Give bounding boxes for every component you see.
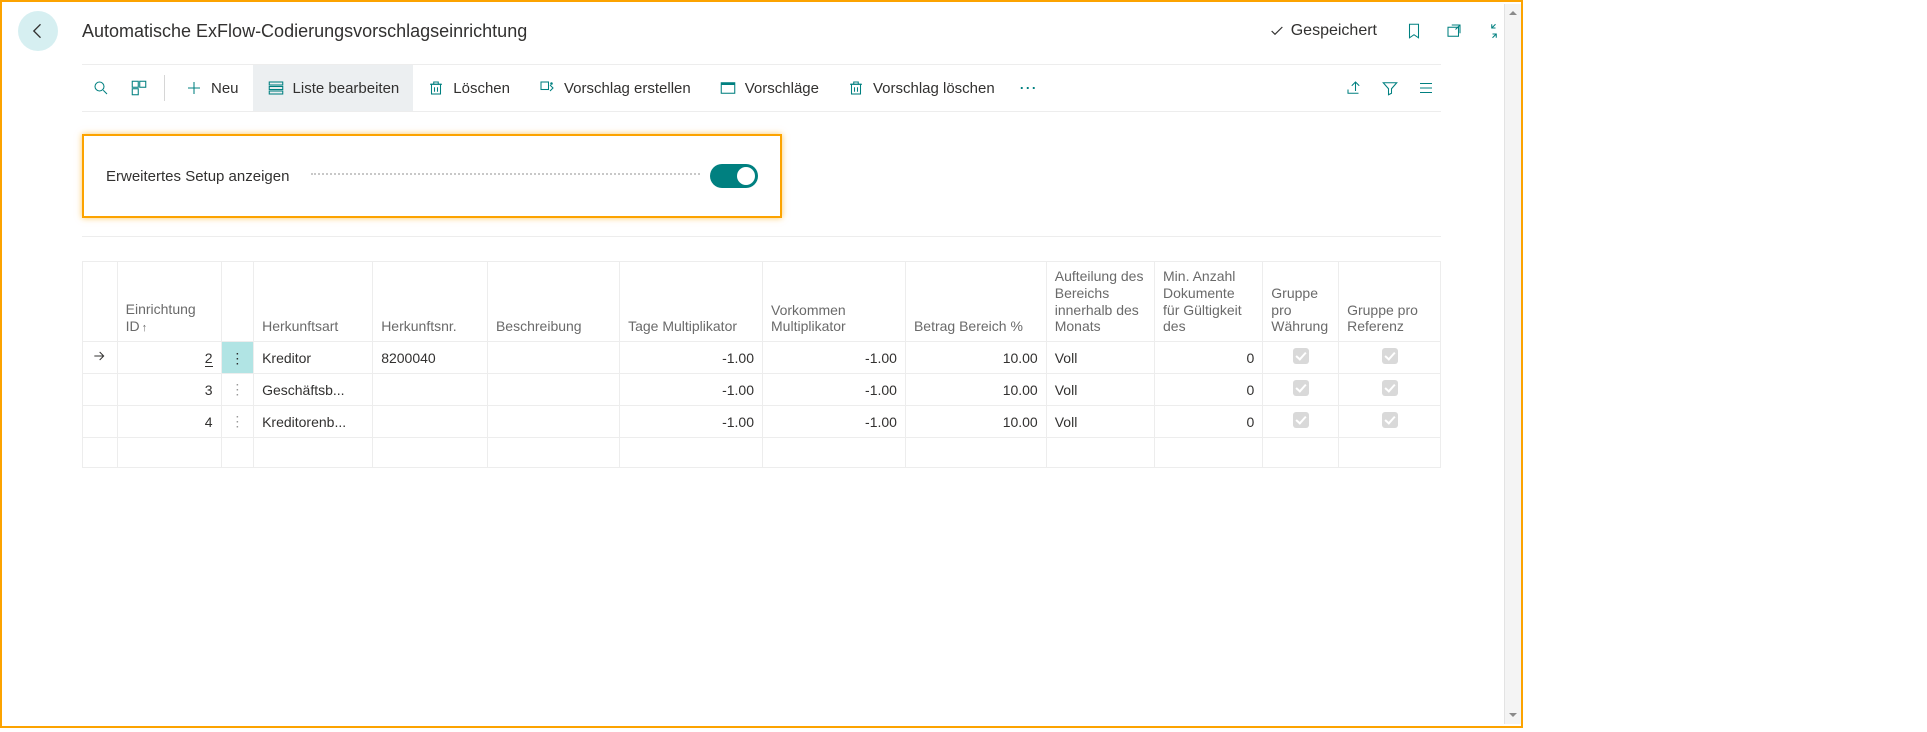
cell-group-currency[interactable] xyxy=(1263,342,1339,374)
table-row[interactable]: 3 ⋮ Geschäftsb... -1.00 -1.00 10.00 Voll… xyxy=(83,374,1441,406)
row-actions-button[interactable]: ⋮ xyxy=(221,342,253,374)
cell-source-no[interactable]: 8200040 xyxy=(373,342,488,374)
cell-min-docs[interactable]: 0 xyxy=(1155,406,1263,438)
cell-amount-pct[interactable]: 10.00 xyxy=(905,374,1046,406)
cell-description[interactable] xyxy=(487,406,619,438)
edit-list-button[interactable]: Liste bearbeiten xyxy=(253,65,414,111)
cell-source-type[interactable]: Kreditor xyxy=(254,342,373,374)
dotted-leader xyxy=(311,173,700,175)
col-header-source-type[interactable]: Herkunftsart xyxy=(254,262,373,342)
table-row[interactable]: 2 ⋮ Kreditor 8200040 -1.00 -1.00 10.00 V… xyxy=(83,342,1441,374)
grid-header-row: Einrichtung ID↑ Herkunftsart Herkunftsnr… xyxy=(83,262,1441,342)
scroll-down-icon[interactable] xyxy=(1508,710,1518,720)
delete-proposal-button[interactable]: Vorschlag löschen xyxy=(833,65,1009,111)
saved-status-label: Gespeichert xyxy=(1291,22,1377,40)
col-header-source-no[interactable]: Herkunftsnr. xyxy=(373,262,488,342)
setup-grid: Einrichtung ID↑ Herkunftsart Herkunftsnr… xyxy=(82,261,1441,468)
cell-id[interactable]: 2 xyxy=(117,342,221,374)
new-button-label: Neu xyxy=(211,80,239,97)
cell-source-type[interactable]: Geschäftsb... xyxy=(254,374,373,406)
row-actions-button[interactable]: ⋮ xyxy=(221,406,253,438)
cell-occ-mult[interactable]: -1.00 xyxy=(763,374,906,406)
cell-days-mult[interactable]: -1.00 xyxy=(620,406,763,438)
cell-group-reference[interactable] xyxy=(1339,406,1441,438)
cell-id[interactable]: 4 xyxy=(117,406,221,438)
row-selector[interactable] xyxy=(83,406,118,438)
scroll-up-icon[interactable] xyxy=(1508,8,1518,18)
saved-status: Gespeichert xyxy=(1269,22,1377,40)
cell-min-docs[interactable]: 0 xyxy=(1155,374,1263,406)
row-selector[interactable] xyxy=(83,374,118,406)
delete-proposal-button-label: Vorschlag löschen xyxy=(873,80,995,97)
cell-occ-mult[interactable]: -1.00 xyxy=(763,342,906,374)
col-header-description[interactable]: Beschreibung xyxy=(487,262,619,342)
col-header-group-currency[interactable]: Gruppe pro Währung xyxy=(1263,262,1339,342)
bookmark-icon[interactable] xyxy=(1405,22,1423,40)
proposals-button[interactable]: Vorschläge xyxy=(705,65,833,111)
back-button[interactable] xyxy=(18,11,58,51)
cell-group-reference[interactable] xyxy=(1339,374,1441,406)
cell-id[interactable]: 3 xyxy=(117,374,221,406)
share-icon[interactable] xyxy=(1345,79,1363,97)
col-header-occ-mult[interactable]: Vorkommen Multiplikator xyxy=(763,262,906,342)
create-proposal-button-label: Vorschlag erstellen xyxy=(564,80,691,97)
cell-days-mult[interactable]: -1.00 xyxy=(620,374,763,406)
row-actions-button[interactable]: ⋮ xyxy=(221,374,253,406)
search-button[interactable] xyxy=(82,65,120,111)
cell-amount-pct[interactable]: 10.00 xyxy=(905,342,1046,374)
cell-description[interactable] xyxy=(487,342,619,374)
layout-button[interactable] xyxy=(120,65,158,111)
advanced-setup-panel: Erweitertes Setup anzeigen xyxy=(82,134,782,218)
proposals-button-label: Vorschläge xyxy=(745,80,819,97)
table-row-empty[interactable] xyxy=(83,438,1441,468)
collapse-icon[interactable] xyxy=(1485,22,1503,40)
filter-icon[interactable] xyxy=(1381,79,1399,97)
cell-source-no[interactable] xyxy=(373,374,488,406)
cell-division-month[interactable]: Voll xyxy=(1046,406,1154,438)
page-title: Automatische ExFlow-Codierungsvorschlags… xyxy=(82,21,527,42)
cell-occ-mult[interactable]: -1.00 xyxy=(763,406,906,438)
col-header-group-reference[interactable]: Gruppe pro Referenz xyxy=(1339,262,1441,342)
advanced-setup-label: Erweitertes Setup anzeigen xyxy=(106,168,289,185)
col-header-amount-pct[interactable]: Betrag Bereich % xyxy=(905,262,1046,342)
vertical-scrollbar[interactable] xyxy=(1504,4,1521,724)
edit-list-button-label: Liste bearbeiten xyxy=(293,80,400,97)
cell-days-mult[interactable]: -1.00 xyxy=(620,342,763,374)
toolbar: Neu Liste bearbeiten Löschen Vorschlag e… xyxy=(82,64,1441,112)
create-proposal-button[interactable]: Vorschlag erstellen xyxy=(524,65,705,111)
advanced-setup-toggle[interactable] xyxy=(710,164,758,188)
cell-division-month[interactable]: Voll xyxy=(1046,374,1154,406)
cell-group-currency[interactable] xyxy=(1263,374,1339,406)
cell-amount-pct[interactable]: 10.00 xyxy=(905,406,1046,438)
cell-min-docs[interactable]: 0 xyxy=(1155,342,1263,374)
cell-source-type[interactable]: Kreditorenb... xyxy=(254,406,373,438)
col-header-min-docs[interactable]: Min. Anzahl Dokumente für Gültigkeit des xyxy=(1155,262,1263,342)
table-row[interactable]: 4 ⋮ Kreditorenb... -1.00 -1.00 10.00 Vol… xyxy=(83,406,1441,438)
new-window-icon[interactable] xyxy=(1445,22,1463,40)
new-button[interactable]: Neu xyxy=(171,65,253,111)
cell-group-currency[interactable] xyxy=(1263,406,1339,438)
more-actions-button[interactable]: ⋯ xyxy=(1009,65,1049,111)
cell-source-no[interactable] xyxy=(373,406,488,438)
cell-division-month[interactable]: Voll xyxy=(1046,342,1154,374)
row-selector[interactable] xyxy=(83,342,118,374)
delete-button[interactable]: Löschen xyxy=(413,65,524,111)
cell-group-reference[interactable] xyxy=(1339,342,1441,374)
col-header-id[interactable]: Einrichtung ID↑ xyxy=(117,262,221,342)
cell-description[interactable] xyxy=(487,374,619,406)
delete-button-label: Löschen xyxy=(453,80,510,97)
col-header-division-month[interactable]: Aufteilung des Bereichs innerhalb des Mo… xyxy=(1046,262,1154,342)
col-header-days-mult[interactable]: Tage Multiplikator xyxy=(620,262,763,342)
list-view-icon[interactable] xyxy=(1417,79,1435,97)
